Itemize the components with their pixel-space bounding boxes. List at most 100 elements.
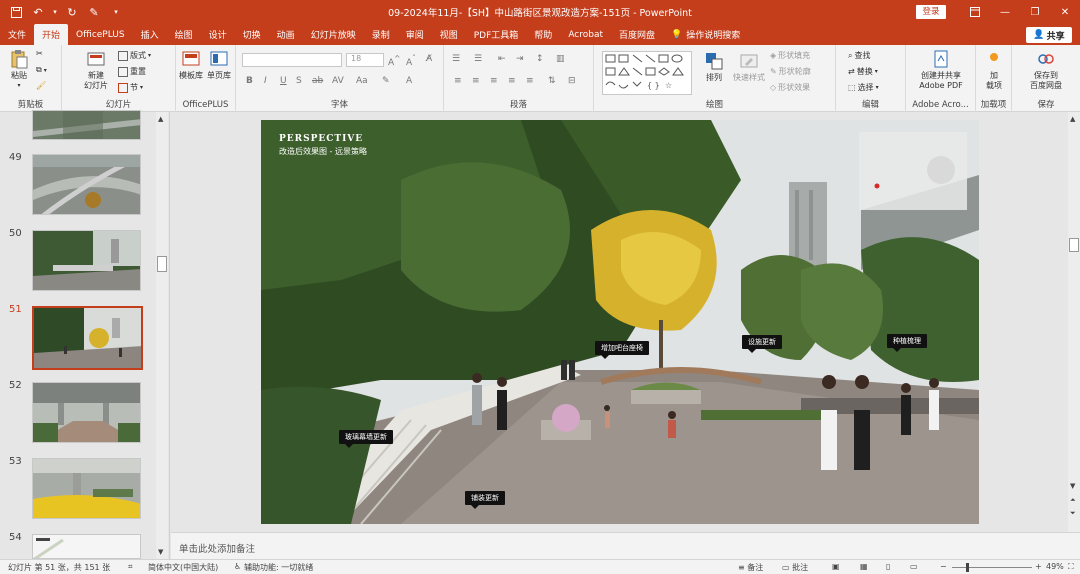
line-spacing-icon[interactable]: ↕ (536, 54, 544, 64)
undo-icon[interactable]: ↶ (28, 2, 48, 22)
reset-button[interactable]: 重置 (118, 66, 146, 77)
cut-button[interactable]: ✂ (36, 49, 43, 58)
highlight-icon[interactable]: ✎ (382, 76, 390, 86)
slide-thumbnail-selected[interactable] (32, 306, 143, 370)
tab-pdf-toolbox[interactable]: PDF工具箱 (466, 24, 527, 45)
undo-dropdown-icon[interactable]: ▾ (50, 2, 60, 22)
comments-toggle-button[interactable]: ▭ 批注 (782, 562, 808, 573)
previous-slide-icon[interactable]: ⏶ (1070, 496, 1076, 505)
close-icon[interactable]: ✕ (1050, 0, 1080, 24)
shape-outline-button[interactable]: ✎ 形状轮廓 (770, 66, 811, 77)
share-button[interactable]: 👤 共享 (1026, 27, 1072, 43)
notes-pane[interactable]: 单击此处添加备注 (171, 532, 1080, 559)
strikethrough-icon[interactable]: ab (312, 76, 323, 86)
spellcheck-icon[interactable]: ⌗ (128, 562, 133, 572)
slide-scrollbar[interactable]: ▲ ▼ ⏶ ⏷ (1068, 112, 1080, 532)
align-left-icon[interactable]: ≡ (454, 76, 462, 86)
align-text-icon[interactable]: ⊟ (568, 76, 576, 86)
ribbon-display-icon[interactable] (960, 0, 990, 24)
font-size-box[interactable]: 18 (346, 53, 384, 67)
scroll-down-icon[interactable]: ▼ (1070, 482, 1075, 490)
slide-thumbnail[interactable] (32, 230, 141, 291)
shadow-icon[interactable]: S (296, 76, 302, 86)
tab-slideshow[interactable]: 幻灯片放映 (303, 24, 364, 45)
underline-icon[interactable]: U (280, 76, 287, 86)
shapes-gallery[interactable]: { } ☆ (602, 51, 692, 95)
numbering-icon[interactable]: ☰ (474, 54, 482, 64)
tab-draw[interactable]: 绘图 (167, 24, 201, 45)
tab-record[interactable]: 录制 (364, 24, 398, 45)
bullets-icon[interactable]: ☰ (452, 54, 460, 64)
slide-thumbnail[interactable] (32, 534, 141, 559)
slide-thumbnail[interactable] (32, 382, 141, 443)
tell-me-search[interactable]: 💡 操作说明搜索 (663, 24, 748, 45)
redo-icon[interactable]: ↻ (62, 2, 82, 22)
replace-button[interactable]: ⇄ 替换 ▾ (848, 66, 878, 77)
minimize-icon[interactable]: — (990, 0, 1020, 24)
increase-indent-icon[interactable]: ⇥ (516, 54, 524, 64)
section-button[interactable]: 节 ▾ (118, 82, 143, 93)
tab-officeplus[interactable]: OfficePLUS (68, 24, 133, 45)
tab-review[interactable]: 审阅 (398, 24, 432, 45)
layout-button[interactable]: 版式 ▾ (118, 50, 151, 61)
tab-view[interactable]: 视图 (432, 24, 466, 45)
tab-design[interactable]: 设计 (201, 24, 235, 45)
italic-icon[interactable]: I (264, 76, 267, 86)
template-library-button[interactable]: 模板库 (178, 49, 204, 81)
accessibility-status[interactable]: 辅助功能: 一切就绪 (244, 562, 313, 573)
paste-button[interactable]: 粘贴 ▾ (6, 49, 32, 91)
zoom-slider[interactable] (952, 563, 1032, 572)
slide-thumbnail[interactable] (32, 154, 141, 215)
tab-file[interactable]: 文件 (0, 24, 34, 45)
restore-icon[interactable]: ❐ (1020, 0, 1050, 24)
distribute-icon[interactable]: ≡ (526, 76, 534, 86)
change-case-icon[interactable]: Aa (356, 76, 368, 86)
slide-canvas[interactable]: PERSPECTIVE 改造后效果图 - 远景策略 增加吧台座椅 设施更新 种植… (261, 120, 979, 524)
next-slide-icon[interactable]: ⏷ (1070, 509, 1076, 518)
arrange-button[interactable]: 排列 (700, 51, 728, 83)
zoom-out-icon[interactable]: − (940, 562, 947, 571)
slide-sorter-icon[interactable]: ▦ (860, 562, 868, 571)
decrease-font-icon[interactable]: Aˇ (406, 54, 416, 68)
scroll-up-icon[interactable]: ▲ (1070, 115, 1075, 123)
customize-qat-icon[interactable]: ▾ (106, 2, 126, 22)
new-slide-button[interactable]: 新建 幻灯片 (76, 49, 116, 91)
justify-icon[interactable]: ≡ (508, 76, 516, 86)
slide-thumbnail[interactable] (32, 110, 141, 140)
align-right-icon[interactable]: ≡ (490, 76, 498, 86)
zoom-in-icon[interactable]: + (1035, 562, 1042, 571)
normal-view-icon[interactable]: ▣ (832, 562, 840, 571)
slide-thumbnail[interactable] (32, 458, 141, 519)
reading-view-icon[interactable]: ▯ (886, 562, 890, 571)
tab-transitions[interactable]: 切换 (235, 24, 269, 45)
tab-help[interactable]: 帮助 (526, 24, 560, 45)
save-to-baidu-button[interactable]: 保存到 百度网盘 (1016, 49, 1076, 91)
scroll-up-icon[interactable]: ▲ (158, 115, 163, 123)
copy-button[interactable]: ⧉ ▾ (36, 65, 47, 75)
scrollbar-thumb[interactable] (157, 256, 167, 272)
scrollbar-thumb[interactable] (1069, 238, 1079, 252)
language-indicator[interactable]: 简体中文(中国大陆) (148, 562, 218, 573)
increase-font-icon[interactable]: A^ (388, 54, 400, 68)
tab-animations[interactable]: 动画 (269, 24, 303, 45)
char-spacing-icon[interactable]: AV (332, 76, 344, 86)
save-icon[interactable] (6, 2, 26, 22)
shape-fill-button[interactable]: ◈ 形状填充 (770, 50, 810, 61)
find-button[interactable]: ⌕ 查找 (848, 50, 870, 61)
text-direction-icon[interactable]: ⇅ (548, 76, 556, 86)
tab-home[interactable]: 开始 (34, 24, 69, 45)
accessibility-icon[interactable]: ♿ (234, 562, 241, 571)
shape-effects-button[interactable]: ◇ 形状效果 (770, 82, 810, 93)
create-share-pdf-button[interactable]: 创建并共享 Adobe PDF (910, 49, 972, 91)
decrease-indent-icon[interactable]: ⇤ (498, 54, 506, 64)
tab-insert[interactable]: 插入 (133, 24, 167, 45)
format-painter-button[interactable]: 🖌 (36, 81, 46, 90)
slideshow-icon[interactable]: ▭ (910, 562, 918, 571)
notes-toggle-button[interactable]: ≡ 备注 (738, 562, 763, 573)
format-painter-icon[interactable]: ✎ (84, 2, 104, 22)
tab-baidu-netdisk[interactable]: 百度网盘 (611, 24, 663, 45)
columns-icon[interactable]: ▥ (556, 54, 565, 64)
thumbnail-scrollbar[interactable]: ▲ ▼ (156, 112, 168, 559)
zoom-level[interactable]: 49% (1046, 562, 1064, 571)
fit-to-window-icon[interactable]: ⛶ (1068, 562, 1074, 572)
